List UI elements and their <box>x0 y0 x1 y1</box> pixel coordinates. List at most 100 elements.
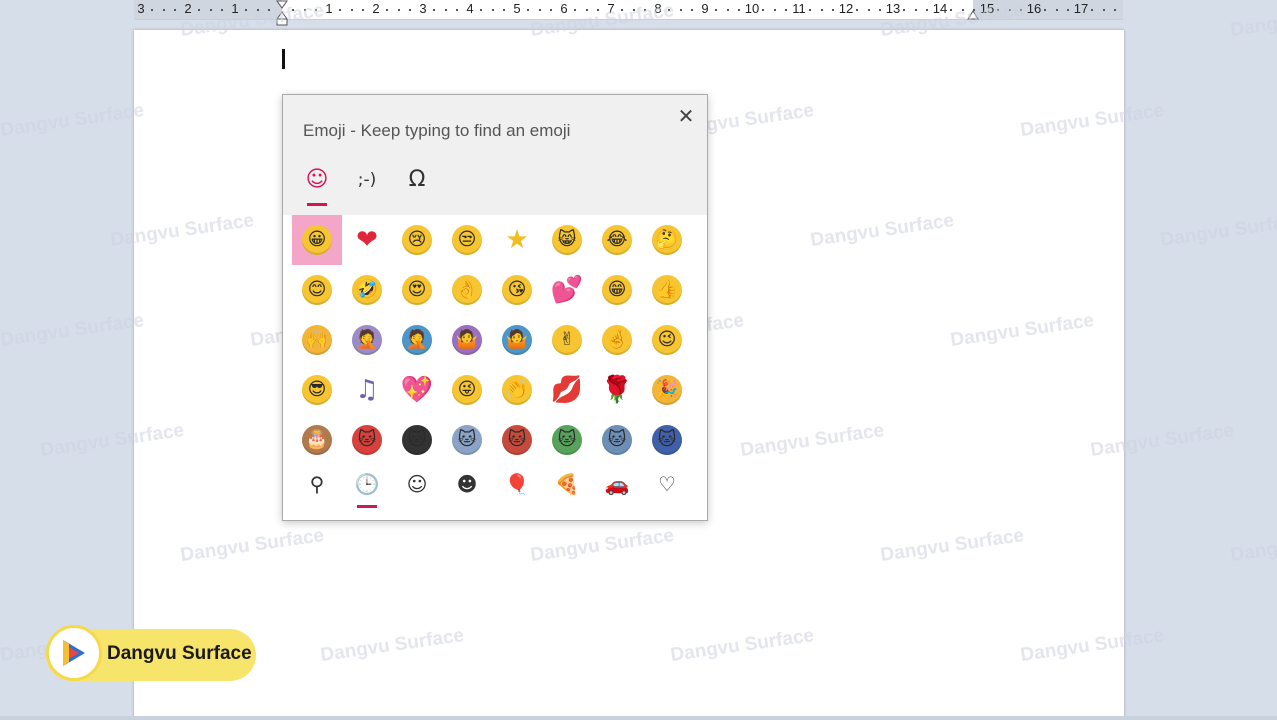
emoji-kissing-face[interactable]: 😘 <box>492 265 542 315</box>
emoji-rolling-laughing[interactable]: 🤣 <box>342 265 392 315</box>
emoji-star[interactable]: ★ <box>492 215 542 265</box>
emoji-kiss-lips[interactable]: 💋 <box>542 365 592 415</box>
ruler-right-margin <box>973 0 1123 19</box>
emoji-panel[interactable]: Emoji - Keep typing to find an emoji ✕ ☺… <box>282 94 708 521</box>
emoji-grinning-cat[interactable]: 😸 <box>542 215 592 265</box>
emoji-facepalm-man[interactable]: 🤦 <box>392 315 442 365</box>
ruler-dot <box>339 9 341 11</box>
emoji-party-popper[interactable]: 🎉 <box>642 365 692 415</box>
emoji-grinning-face[interactable]: 😀 <box>292 215 342 265</box>
emoji-musical-notes[interactable]: ♫ <box>342 365 392 415</box>
ruler-number: 3 <box>419 1 427 16</box>
emoji-victory-hand[interactable]: ✌ <box>542 315 592 365</box>
tab-emoji[interactable]: ☺ <box>302 165 332 195</box>
emoji-facepalm[interactable]: 🤦 <box>342 315 392 365</box>
watermark-text: Dangvu Surface <box>0 100 146 141</box>
ruler-dot <box>1044 9 1046 11</box>
emoji-thinking-face[interactable]: 🤔 <box>642 215 692 265</box>
emoji-birthday-cake[interactable]: 🎂 <box>292 415 342 465</box>
tab-kaomoji[interactable]: ;-) <box>352 165 382 195</box>
emoji-two-hearts[interactable]: 💕 <box>542 265 592 315</box>
emoji-hacker-cat[interactable]: 🐱 <box>492 415 542 465</box>
smileys-tab[interactable]: ☺ <box>401 470 433 498</box>
text-caret <box>282 49 285 69</box>
ruler-dot <box>597 9 599 11</box>
emoji-heart-eyes[interactable]: 😍 <box>392 265 442 315</box>
emoji-grimacing-face[interactable]: 😁 <box>592 265 642 315</box>
emoji-unamused-face[interactable]: 😒 <box>442 215 492 265</box>
emoji-astro-cat[interactable]: 🐱 <box>442 415 492 465</box>
ruler-dot <box>480 9 482 11</box>
emoji-sparkling-heart[interactable]: 💖 <box>392 365 442 415</box>
celebration-tab[interactable]: 🎈 <box>501 470 533 498</box>
ruler-dot <box>409 9 411 11</box>
close-button[interactable]: ✕ <box>675 105 697 127</box>
emoji-smiling-face[interactable]: 😊 <box>292 265 342 315</box>
emoji-crying-face[interactable]: 😢 <box>392 215 442 265</box>
ruler-dot <box>245 9 247 11</box>
ruler-dot <box>1020 9 1022 11</box>
thinking-face-icon: 🤔 <box>652 225 682 255</box>
symbols-tab[interactable]: ♡ <box>651 470 683 498</box>
smiling-face-icon: 😊 <box>302 275 332 305</box>
active-bottom-tab-indicator <box>357 505 377 508</box>
ruler-dot <box>997 9 999 11</box>
ruler-number: 16 <box>1026 1 1042 16</box>
ruler-dot <box>151 9 153 11</box>
tears-of-joy-icon: 😂 <box>602 225 632 255</box>
grimacing-face-icon: 😁 <box>602 275 632 305</box>
emoji-ninja-cat[interactable]: 🐱 <box>392 415 442 465</box>
emoji-crossed-fingers[interactable]: 🤞 <box>592 315 642 365</box>
ruler-number: 10 <box>744 1 760 16</box>
sunglasses-face-icon: 😎 <box>302 375 332 405</box>
facepalm-man-icon: 🤦 <box>402 325 432 355</box>
people-tab[interactable]: ☻ <box>451 470 483 498</box>
brand-logo-icon <box>46 625 102 681</box>
raising-hands-icon: 🙌 <box>302 325 332 355</box>
ruler-dot <box>715 9 717 11</box>
emoji-tears-of-joy[interactable]: 😂 <box>592 215 642 265</box>
emoji-sunglasses-face[interactable]: 😎 <box>292 365 342 415</box>
emoji-panel-title: Emoji - Keep typing to find an emoji <box>303 121 571 140</box>
emoji-rose[interactable]: 🌹 <box>592 365 642 415</box>
ruler-dot <box>785 9 787 11</box>
ruler-dot <box>386 9 388 11</box>
emoji-ok-hand[interactable]: 👌 <box>442 265 492 315</box>
ruler-dot <box>163 9 165 11</box>
ruler-dot <box>503 9 505 11</box>
emoji-winking-face[interactable]: 😉 <box>642 315 692 365</box>
astro-cat-icon: 🐱 <box>452 425 482 455</box>
ruler-left-margin <box>134 0 282 19</box>
emoji-ninja-cat-selfie[interactable]: 🐱 <box>342 415 392 465</box>
travel-tab[interactable]: 🚗 <box>601 470 633 498</box>
left-indent-marker[interactable] <box>276 0 288 26</box>
food-tab[interactable]: 🍕 <box>551 470 583 498</box>
ruler-dot <box>362 9 364 11</box>
rolling-laughing-icon: 🤣 <box>352 275 382 305</box>
ruler-dot <box>668 9 670 11</box>
ruler-number: 4 <box>466 1 474 16</box>
ruler-dot <box>691 9 693 11</box>
emoji-shrug-man[interactable]: 🤷 <box>492 315 542 365</box>
emoji-raising-hands[interactable]: 🙌 <box>292 315 342 365</box>
ruler-dot <box>903 9 905 11</box>
ruler-number: 5 <box>513 1 521 16</box>
emoji-red-heart[interactable]: ❤ <box>342 215 392 265</box>
emoji-clapping-hands[interactable]: 👏 <box>492 365 542 415</box>
emoji-shrug-woman[interactable]: 🤷 <box>442 315 492 365</box>
emoji-tongue-wink[interactable]: 😜 <box>442 365 492 415</box>
shrug-man-icon: 🤷 <box>502 325 532 355</box>
emoji-hipster-cat[interactable]: 🐱 <box>642 415 692 465</box>
recent-tab[interactable]: 🕒 <box>351 470 383 498</box>
emoji-thumbs-up[interactable]: 👍 <box>642 265 692 315</box>
tab-symbols[interactable]: Ω <box>402 165 432 195</box>
ruler-dot <box>456 9 458 11</box>
watermark-text: Dangvu Surface <box>0 310 146 351</box>
emoji-dino-cat[interactable]: 🐱 <box>542 415 592 465</box>
horizontal-ruler[interactable]: 3 2 1 1 2 3 4 5 6 7 8 9 10 11 12 13 14 15 16 17 <box>134 0 1123 26</box>
emoji-stunt-cat[interactable]: 🐱 <box>592 415 642 465</box>
two-hearts-icon: 💕 <box>550 275 584 305</box>
ruler-dot <box>738 9 740 11</box>
search-tab[interactable]: ⚲ <box>301 470 333 498</box>
right-indent-marker[interactable] <box>967 0 979 26</box>
